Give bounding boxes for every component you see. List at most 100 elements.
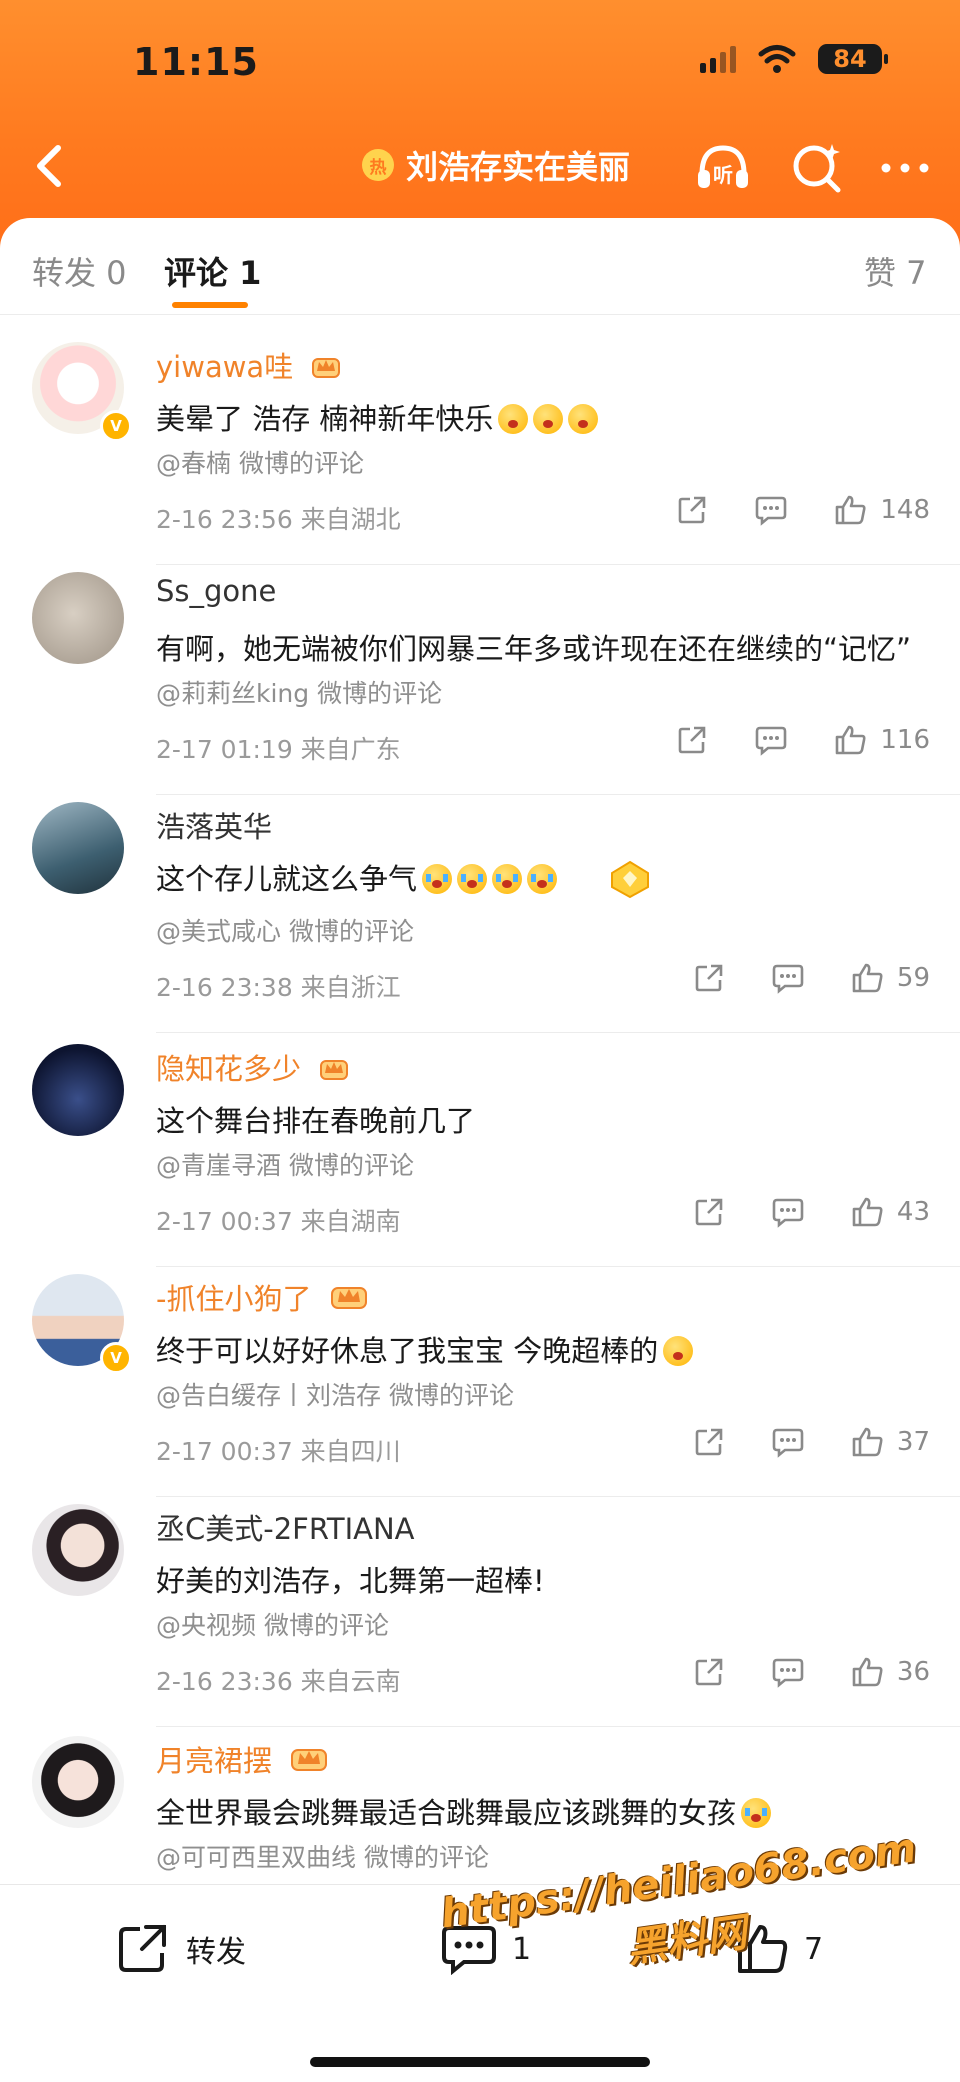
divider <box>156 794 960 795</box>
comment-text: 终于可以好好休息了我宝宝 今晚超棒的 <box>156 1328 694 1370</box>
listen-headphones-icon[interactable]: 听 <box>694 138 752 196</box>
divider <box>156 1726 960 1727</box>
comment-actions: 43 <box>647 1196 930 1228</box>
more-icon[interactable] <box>876 138 934 196</box>
search-spark-icon[interactable] <box>788 138 846 196</box>
tab-active-indicator <box>172 302 248 308</box>
avatar[interactable] <box>32 572 124 664</box>
repost-icon <box>119 1925 166 1972</box>
thumbs-up-icon <box>836 725 866 755</box>
share-icon <box>695 1198 723 1226</box>
reply-button[interactable] <box>754 494 788 526</box>
comment-text: 有啊，她无端被你们网暴三年多或许现在还在继续的“记忆” <box>156 632 912 666</box>
share-icon <box>679 726 706 754</box>
share-button[interactable] <box>693 962 725 994</box>
comment-source[interactable]: @可可西里双曲线 微博的评论 <box>156 1838 489 1874</box>
comment-source[interactable]: @美式咸心 微博的评论 <box>156 912 414 948</box>
wifi-icon <box>758 45 796 73</box>
vip-crown-icon <box>320 1060 349 1080</box>
crying-emoji-icon <box>422 864 453 894</box>
share-button[interactable] <box>693 1656 725 1688</box>
comment-text: 美晕了 浩存 楠神新年快乐 <box>156 396 599 438</box>
hot-topic-icon: 热 <box>362 149 394 181</box>
thumbs-up-icon <box>852 1427 883 1457</box>
username[interactable]: 月亮裙摆 <box>156 1738 329 1780</box>
avatar[interactable] <box>32 802 124 894</box>
comment-bubble-icon <box>756 726 787 756</box>
comment-source[interactable]: @告白缓存丨刘浩存 微博的评论 <box>156 1376 514 1412</box>
comment-meta: 2-17 01:19 来自广东 <box>156 735 401 764</box>
battery-indicator: 84 <box>818 44 888 74</box>
topic-title-button[interactable]: 热 刘浩存实在美丽 <box>362 142 630 188</box>
username[interactable]: yiwawa哇 <box>156 344 342 386</box>
share-icon <box>679 496 706 524</box>
share-icon <box>695 964 723 992</box>
like-button[interactable]: 36 <box>851 1656 930 1688</box>
comment-source[interactable]: @青崖寻酒 微博的评论 <box>156 1146 414 1182</box>
comment-source[interactable]: @央视频 微博的评论 <box>156 1606 389 1642</box>
comment-actions: 36 <box>647 1656 930 1688</box>
like-button[interactable]: 116 <box>834 724 930 756</box>
signal-icon <box>700 45 736 73</box>
like-count: 116 <box>880 725 930 755</box>
thumbs-up-icon <box>852 963 883 993</box>
username[interactable]: -抓住小狗了 <box>156 1276 369 1318</box>
like-count: 36 <box>896 1657 930 1687</box>
share-button[interactable] <box>676 724 708 756</box>
thumbs-up-icon <box>852 1197 883 1227</box>
verified-badge-icon: V <box>100 410 132 442</box>
like-button[interactable]: 43 <box>851 1196 930 1228</box>
share-icon <box>695 1428 723 1456</box>
svg-text:听: 听 <box>713 163 733 187</box>
comment-actions: 37 <box>647 1426 930 1458</box>
repost-label: 转发 <box>186 1935 246 1970</box>
divider <box>156 564 960 565</box>
like-count: 43 <box>896 1197 930 1227</box>
avatar[interactable] <box>32 1736 124 1828</box>
comment-source[interactable]: @莉莉丝king 微博的评论 <box>156 674 442 710</box>
like-button[interactable]: 148 <box>834 494 930 526</box>
comment-sheet: 转发 0 评论 1 赞 7 V yiwawa哇 美晕了 浩存 楠神新年快乐 @春… <box>0 218 960 2081</box>
tab-comment[interactable]: 评论 1 <box>164 248 261 294</box>
comment-actions: 59 <box>647 962 930 994</box>
username[interactable]: 隐知花多少 <box>156 1046 350 1088</box>
comment-source[interactable]: @春楠 微博的评论 <box>156 444 364 480</box>
heart-eyes-emoji-icon <box>533 404 564 434</box>
comment-bubble-icon <box>756 496 787 526</box>
back-arrow-icon[interactable] <box>26 140 74 192</box>
nav-bar: 热 刘浩存实在美丽 听 <box>0 130 960 202</box>
username[interactable]: 浩落英华 <box>156 804 272 846</box>
comment-bubble-icon <box>772 964 804 994</box>
username[interactable]: Ss_gone <box>156 574 276 608</box>
like-button[interactable]: 37 <box>851 1426 930 1458</box>
thumbs-up-icon <box>836 495 866 525</box>
share-button[interactable] <box>693 1196 725 1228</box>
reply-button[interactable] <box>771 1656 805 1688</box>
heart-eyes-emoji-icon <box>568 404 599 434</box>
reply-button[interactable] <box>754 724 788 756</box>
avatar[interactable] <box>32 1044 124 1136</box>
tab-bar: 转发 0 评论 1 赞 7 <box>0 218 960 315</box>
verified-badge-icon: V <box>100 1342 132 1374</box>
avatar[interactable] <box>32 1504 124 1596</box>
tab-repost[interactable]: 转发 0 <box>32 248 127 294</box>
share-icon <box>695 1658 723 1686</box>
reply-button[interactable] <box>771 1426 805 1458</box>
comment-meta: 2-16 23:36 来自云南 <box>156 1667 401 1696</box>
crying-emoji-icon <box>527 864 558 894</box>
share-button[interactable] <box>676 494 708 526</box>
crying-emoji-icon <box>492 864 523 894</box>
reply-button[interactable] <box>771 962 805 994</box>
comment-meta: 2-17 00:37 来自四川 <box>156 1437 401 1466</box>
share-button[interactable] <box>693 1426 725 1458</box>
vip-crown-icon <box>291 1749 328 1771</box>
comment-meta: 2-16 23:38 来自浙江 <box>156 973 401 1002</box>
reply-button[interactable] <box>771 1196 805 1228</box>
repost-button[interactable]: 转发 <box>116 1923 246 1975</box>
crying-emoji-icon <box>457 864 488 894</box>
divider <box>156 1496 960 1497</box>
like-button[interactable]: 59 <box>851 962 930 994</box>
like-count: 59 <box>896 963 930 993</box>
tab-like[interactable]: 赞 7 <box>864 248 927 294</box>
username[interactable]: 丞C美式-2FRTIANA <box>156 1506 415 1548</box>
